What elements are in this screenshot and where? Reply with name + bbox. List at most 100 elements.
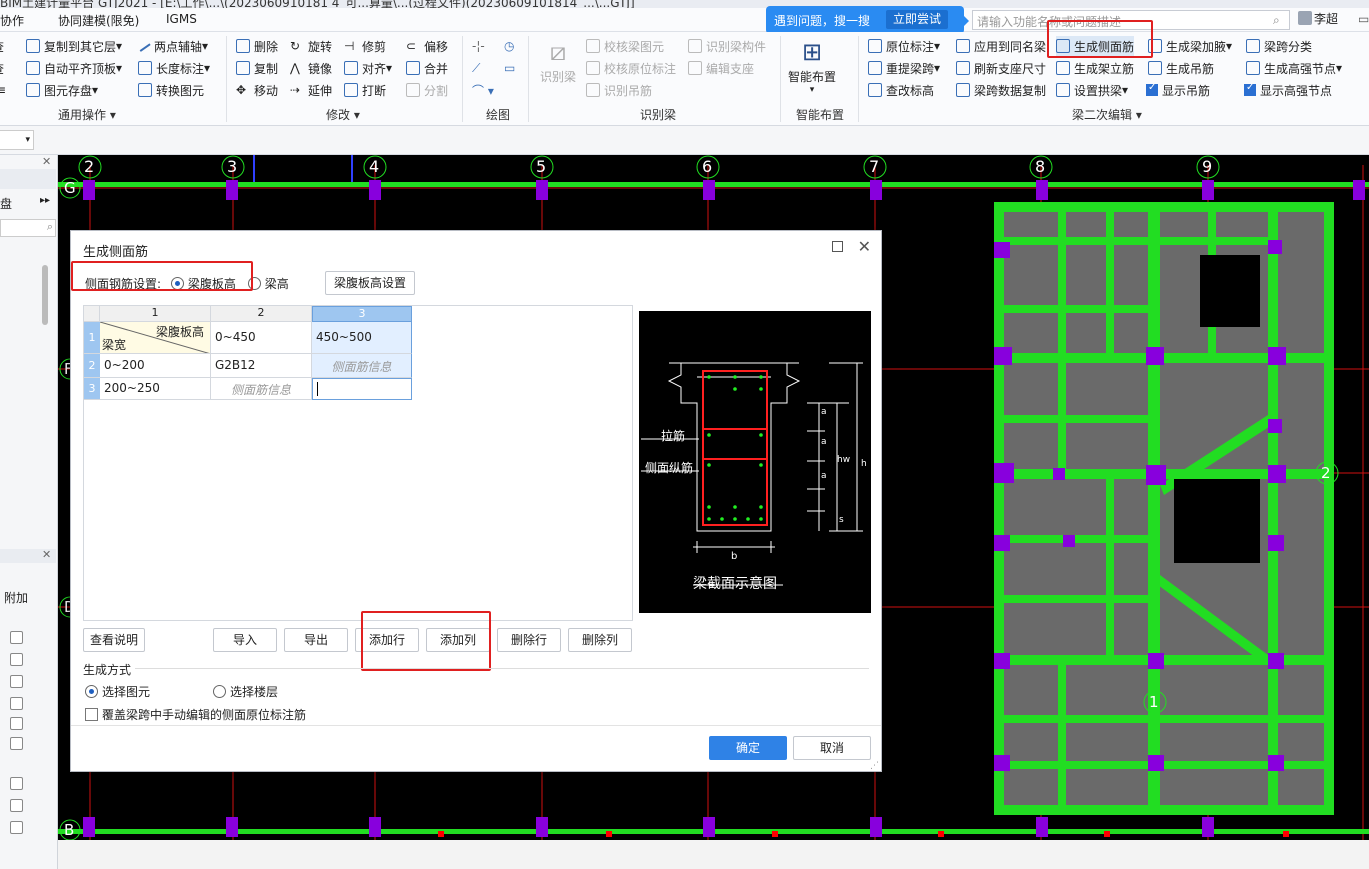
- circle-icon[interactable]: ◷: [504, 36, 514, 56]
- recognize-hanger-button[interactable]: 识别吊筋: [586, 80, 652, 100]
- in-place-label-button[interactable]: 原位标注 ▾: [868, 36, 940, 56]
- row-header[interactable]: 3: [84, 378, 100, 400]
- check-button[interactable]: 查: [0, 58, 4, 78]
- rotate-button[interactable]: ↻ 旋转: [290, 36, 332, 56]
- table-cell-placeholder[interactable]: 侧面筋信息: [211, 378, 312, 400]
- delete-row-button[interactable]: 删除行: [497, 628, 561, 652]
- maximize-icon[interactable]: [832, 241, 843, 252]
- re-extract-span-button[interactable]: 重提梁跨 ▾: [868, 58, 940, 78]
- gen-hanger-button[interactable]: 生成吊筋: [1148, 58, 1214, 78]
- rect-icon[interactable]: ▭: [504, 58, 515, 78]
- web-height-setting-button[interactable]: 梁腹板高设置: [325, 271, 415, 295]
- chat-icon[interactable]: ▭: [1358, 12, 1369, 26]
- col-header[interactable]: 1: [100, 306, 211, 322]
- span-class-button[interactable]: 梁跨分类: [1246, 36, 1312, 56]
- edit-support-button[interactable]: 编辑支座: [688, 58, 754, 78]
- apply-same-name-button[interactable]: 应用到同名梁: [956, 36, 1046, 56]
- row-header[interactable]: 2: [84, 354, 100, 378]
- select-element-radio[interactable]: 选择图元: [85, 683, 150, 700]
- extend-button[interactable]: ⇢ 延伸: [290, 80, 332, 100]
- smart-layout-button[interactable]: ⊞ 智能布置 ▾: [786, 36, 838, 95]
- move-button[interactable]: ✥ 移动: [236, 80, 278, 100]
- table-cell-placeholder[interactable]: 侧面筋信息: [312, 354, 412, 378]
- select-floor-radio[interactable]: 选择楼层: [213, 683, 278, 700]
- close-icon[interactable]: ✕: [42, 155, 51, 168]
- table-cell[interactable]: 0~450: [211, 322, 312, 354]
- ok-button[interactable]: 确定: [709, 736, 787, 760]
- show-hanger-checkbox[interactable]: 显示吊筋: [1146, 80, 1210, 100]
- gen-haunch-button[interactable]: 生成梁加腋 ▾: [1148, 36, 1232, 56]
- table-cell[interactable]: 200~250: [100, 378, 211, 400]
- checkbox[interactable]: [10, 717, 23, 730]
- set-arch-beam-button[interactable]: 设置拱梁 ▾: [1056, 80, 1128, 100]
- check-label-button[interactable]: 校核原位标注: [586, 58, 676, 78]
- menu-collab[interactable]: 协作: [0, 12, 24, 29]
- floor-dropdown[interactable]: ▾: [0, 130, 34, 150]
- trim-button[interactable]: ⊣ 修剪: [344, 36, 386, 56]
- resize-grip-icon[interactable]: ⋰: [870, 761, 879, 771]
- table-cell[interactable]: G2B12: [211, 354, 312, 378]
- left-search-input[interactable]: ⌕: [0, 219, 56, 237]
- checkbox[interactable]: [10, 777, 23, 790]
- group-beam2[interactable]: 梁二次编辑 ▾: [1072, 106, 1142, 123]
- expand-icon[interactable]: ▸▸: [40, 195, 50, 206]
- query-button[interactable]: 查: [0, 36, 4, 56]
- check-elevation-button[interactable]: 查改标高: [868, 80, 934, 100]
- user-info[interactable]: 李超 ▭: [1298, 10, 1369, 27]
- beam-height-radio[interactable]: 梁高: [247, 277, 289, 291]
- checkbox[interactable]: [10, 737, 23, 750]
- delete-column-button[interactable]: 删除列: [568, 628, 632, 652]
- col-header[interactable]: 2: [211, 306, 312, 322]
- col-header-selected[interactable]: 3: [312, 306, 412, 322]
- search-icon[interactable]: ⌕: [1273, 13, 1280, 28]
- override-checkbox[interactable]: 覆盖梁跨中手动编辑的侧面原位标注筋: [85, 706, 306, 723]
- split-button[interactable]: 分割: [406, 80, 448, 100]
- line-icon[interactable]: ⟋: [472, 58, 480, 78]
- expand-icon[interactable]: ≡: [0, 80, 6, 100]
- align-button[interactable]: 对齐 ▾: [344, 58, 392, 78]
- import-button[interactable]: 导入: [213, 628, 277, 652]
- export-button[interactable]: 导出: [284, 628, 348, 652]
- group-common[interactable]: 通用操作 ▾: [58, 106, 116, 123]
- menu-igms[interactable]: IGMS: [166, 12, 197, 26]
- span-copy-button[interactable]: 梁跨数据复制: [956, 80, 1046, 100]
- close-icon[interactable]: ✕: [42, 548, 51, 561]
- cancel-button[interactable]: 取消: [793, 736, 871, 760]
- copy-to-other-floor-button[interactable]: 复制到其它层 ▾: [26, 36, 122, 56]
- row-header[interactable]: 1: [84, 322, 100, 354]
- save-element-button[interactable]: 图元存盘 ▾: [26, 80, 98, 100]
- offset-button[interactable]: ⊂ 偏移: [406, 36, 448, 56]
- delete-button[interactable]: 删除: [236, 36, 278, 56]
- view-help-button[interactable]: 查看说明: [83, 628, 145, 652]
- scrollbar[interactable]: [42, 265, 48, 325]
- try-now-button[interactable]: 立即尝试: [886, 10, 948, 29]
- check-beam-button[interactable]: 校核梁图元: [586, 36, 664, 56]
- checkbox[interactable]: [10, 675, 23, 688]
- recognize-member-button[interactable]: 识别梁构件: [688, 36, 766, 56]
- recognize-beam-button[interactable]: ⧄ 识别梁: [536, 36, 580, 85]
- gen-high-node-button[interactable]: 生成高强节点 ▾: [1246, 58, 1342, 78]
- checkbox[interactable]: [10, 631, 23, 644]
- checkbox[interactable]: [10, 821, 23, 834]
- length-dim-button[interactable]: 长度标注 ▾: [138, 58, 210, 78]
- copy-button[interactable]: 复制: [236, 58, 278, 78]
- table-cell[interactable]: 450~500: [312, 322, 412, 354]
- break-button[interactable]: 打断: [344, 80, 386, 100]
- refresh-support-button[interactable]: 刷新支座尺寸: [956, 58, 1046, 78]
- show-high-node-checkbox[interactable]: 显示高强节点: [1244, 80, 1332, 100]
- close-icon[interactable]: ✕: [858, 237, 871, 256]
- checkbox[interactable]: [10, 697, 23, 710]
- gen-erect-bar-button[interactable]: 生成架立筋: [1056, 58, 1134, 78]
- two-point-axis-button[interactable]: 两点辅轴 ▾: [137, 36, 208, 56]
- menu-collab-model[interactable]: 协同建模(限免): [58, 12, 139, 29]
- group-modify[interactable]: 修改 ▾: [326, 106, 360, 123]
- convert-element-button[interactable]: 转换图元: [138, 80, 204, 100]
- merge-button[interactable]: 合并: [406, 58, 448, 78]
- auto-flat-top-button[interactable]: 自动平齐顶板 ▾: [26, 58, 122, 78]
- checkbox[interactable]: [10, 653, 23, 666]
- arc-icon[interactable]: ⌒ ▾: [472, 80, 494, 100]
- point-icon[interactable]: -¦-: [472, 36, 485, 56]
- checkbox[interactable]: [10, 799, 23, 812]
- mirror-button[interactable]: ⋀ 镜像: [290, 58, 332, 78]
- table-cell[interactable]: 0~200: [100, 354, 211, 378]
